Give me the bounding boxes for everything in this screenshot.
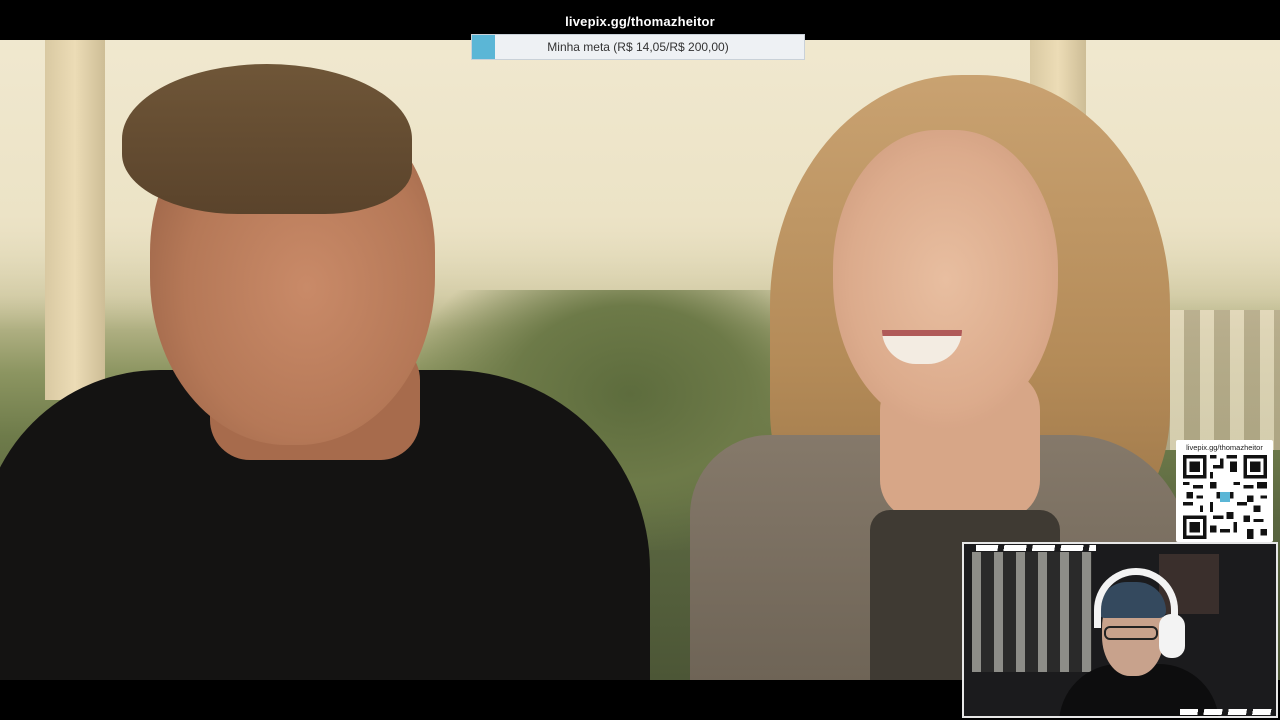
webcam-frame-stripes-bottom: [1180, 709, 1275, 715]
man-hair: [122, 64, 412, 214]
woman-face: [833, 130, 1058, 430]
qr-caption: livepix.gg/thomazheitor: [1186, 443, 1263, 452]
glasses-icon: [1104, 626, 1158, 640]
qr-panel: livepix.gg/thomazheitor: [1176, 440, 1273, 542]
qr-code-icon: [1183, 455, 1267, 539]
gazebo-pillar-left: [45, 40, 105, 400]
webcam-window-blinds: [972, 552, 1092, 672]
goal-label: Minha meta (R$ 14,05/R$ 200,00): [547, 40, 729, 54]
donation-goal-bar: Minha meta (R$ 14,05/R$ 200,00): [471, 34, 805, 60]
headphone-cup: [1159, 614, 1185, 658]
donation-url-label: livepix.gg/thomazheitor: [565, 14, 715, 29]
webcam-overlay: [962, 542, 1278, 718]
webcam-frame-stripes-top: [976, 545, 1096, 551]
